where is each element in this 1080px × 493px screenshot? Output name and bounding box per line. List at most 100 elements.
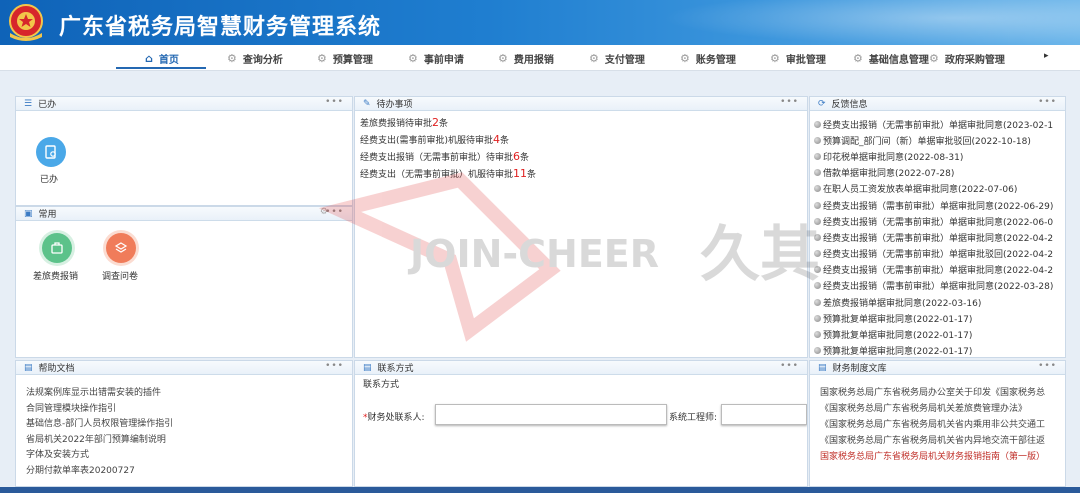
todo-item[interactable]: 经费支出(需事前审批)机服待审批4条 bbox=[360, 133, 509, 146]
todo-item[interactable]: 经费支出（无需事前审批）机服待审批11条 bbox=[360, 167, 536, 180]
list-item[interactable]: 国家税务总局广东省税务局办公室关于印发《国家税务总 bbox=[820, 385, 1065, 401]
nav-expense[interactable]: ⚙ 费用报销 bbox=[498, 45, 554, 71]
more-options-icon[interactable]: ••• bbox=[325, 97, 344, 107]
list-item[interactable]: 差旅费报销单据审批同意(2022-03-16) bbox=[814, 294, 1065, 310]
panel-library: ▤ 财务制度文库 ••• 国家税务总局广东省税务局办公室关于印发《国家税务总 《… bbox=[809, 360, 1066, 487]
panel-title: 联系方式 bbox=[377, 364, 414, 374]
more-options-icon[interactable]: ••• bbox=[1038, 361, 1057, 371]
todo-text: 经费支出报销（无需事前审批）待审批 bbox=[360, 153, 514, 163]
more-options-icon[interactable]: ••• bbox=[1038, 97, 1057, 107]
more-options-icon[interactable]: ••• bbox=[780, 97, 799, 107]
list-item[interactable]: 省局机关2022年部门预算编制说明 bbox=[26, 432, 173, 448]
nav-budget[interactable]: ⚙ 预算管理 bbox=[317, 45, 373, 71]
list-item[interactable]: 经费支出报销（需事前审批）单据审批同意(2022-03-28) bbox=[814, 278, 1065, 294]
nav-accounting[interactable]: ⚙ 账务管理 bbox=[680, 45, 736, 71]
main-nav: ⌂ 首页 ⚙ 查询分析 ⚙ 预算管理 ⚙ 事前申请 ⚙ 费用报销 ⚙ 支付管理 … bbox=[0, 45, 1080, 71]
list-item[interactable]: 经费支出报销（无需事前审批）单据审批同意(2023-02-1 bbox=[814, 116, 1065, 132]
help-list: 法规案例库显示出错需安装的插件 合同管理模块操作指引 基础信息-部门人员权限管理… bbox=[26, 385, 173, 478]
gear-icon: ⚙ bbox=[589, 51, 599, 65]
todo-suffix: 条 bbox=[527, 170, 537, 180]
list-item[interactable]: 预算批复单据审批同意(2022-01-17) bbox=[814, 326, 1065, 342]
list-item[interactable]: 经费支出报销（需事前审批）单据审批同意(2022-06-29) bbox=[814, 197, 1065, 213]
gear-icon: ⚙ bbox=[680, 51, 690, 65]
nav-pre-apply[interactable]: ⚙ 事前申请 bbox=[408, 45, 464, 71]
feedback-text: 预算批复单据审批同意(2022-01-17) bbox=[823, 314, 973, 325]
panel-header: ☰ 已办 ••• bbox=[16, 97, 352, 111]
list-item[interactable]: 合同管理模块操作指引 bbox=[26, 401, 173, 417]
nav-payment[interactable]: ⚙ 支付管理 bbox=[589, 45, 645, 71]
list-item[interactable]: 预算批复单据审批同意(2022-01-17) bbox=[814, 343, 1065, 357]
nav-label: 预算管理 bbox=[332, 54, 373, 66]
list-item[interactable]: 《国家税务总局广东省税务局机关省内异地交流干部往返 bbox=[820, 433, 1065, 449]
list-item[interactable]: 印花税单据审批同意(2022-08-31) bbox=[814, 148, 1065, 164]
todo-item[interactable]: 差旅费报销待审批2条 bbox=[360, 116, 448, 129]
nav-query-analysis[interactable]: ⚙ 查询分析 bbox=[227, 45, 283, 71]
panel-title: 帮助文档 bbox=[38, 364, 75, 374]
engineer-field[interactable] bbox=[721, 404, 807, 425]
nav-more-arrow-icon[interactable]: ▸ bbox=[1044, 51, 1049, 61]
list-item[interactable]: 法规案例库显示出错需安装的插件 bbox=[26, 385, 173, 401]
panel-title: 已办 bbox=[38, 100, 57, 110]
list-item[interactable]: 《国家税务总局广东省税务局机关省内乘用非公共交通工 bbox=[820, 417, 1065, 433]
panel-common: ▣ 常用 ⚙ ••• 差旅费报销 调查问卷 bbox=[15, 206, 353, 358]
list-item[interactable]: 预算调配_部门间（新）单据审批驳回(2022-10-18) bbox=[814, 132, 1065, 148]
list-item[interactable]: 经费支出报销（无需事前审批）单据审批同意(2022-04-2 bbox=[814, 229, 1065, 245]
gear-icon: ⚙ bbox=[317, 51, 327, 65]
done-doc-icon[interactable] bbox=[36, 137, 66, 167]
todo-count: 4 bbox=[493, 133, 501, 146]
list-item[interactable]: 《国家税务总局广东省税务局机关差旅费管理办法》 bbox=[820, 401, 1065, 417]
feedback-text: 借款单据审批同意(2022-07-28) bbox=[823, 169, 955, 180]
feedback-text: 经费支出报销（无需事前审批）单据审批同意(2023-02-1 bbox=[823, 120, 1054, 131]
gear-icon: ⚙ bbox=[498, 51, 508, 65]
finance-contact-field[interactable] bbox=[435, 404, 667, 425]
list-item[interactable]: 借款单据审批同意(2022-07-28) bbox=[814, 165, 1065, 181]
survey-icon[interactable] bbox=[106, 233, 136, 263]
feedback-text: 经费支出报销（需事前审批）单据审批同意(2022-06-29) bbox=[823, 201, 1054, 212]
nav-label: 基础信息管理 bbox=[868, 54, 929, 66]
panel-title: 待办事项 bbox=[376, 100, 413, 110]
travel-icon[interactable] bbox=[42, 233, 72, 263]
more-options-icon[interactable]: ••• bbox=[325, 361, 344, 371]
panel-feedback: ⟳ 反馈信息 ••• 经费支出报销（无需事前审批）单据审批同意(2023-02-… bbox=[809, 96, 1066, 358]
gear-icon: ⚙ bbox=[853, 51, 863, 65]
bullet-icon bbox=[814, 331, 821, 339]
more-options-icon[interactable]: ••• bbox=[780, 361, 799, 371]
gear-icon: ⚙ bbox=[770, 51, 780, 65]
list-item[interactable]: 经费支出报销（无需事前审批）单据审批同意(2022-04-2 bbox=[814, 262, 1065, 278]
panel-header: ▤ 联系方式 ••• bbox=[355, 361, 807, 375]
survey-label[interactable]: 调查问卷 bbox=[102, 269, 138, 282]
todo-item[interactable]: 经费支出报销（无需事前审批）待审批6条 bbox=[360, 150, 529, 163]
home-icon: ⌂ bbox=[145, 51, 153, 65]
gear-icon: ⚙ bbox=[227, 51, 237, 65]
list-icon: ☰ bbox=[24, 98, 33, 109]
list-item[interactable]: 预算批复单据审批同意(2022-01-17) bbox=[814, 310, 1065, 326]
feedback-text: 预算批复单据审批同意(2022-01-17) bbox=[823, 331, 973, 342]
nav-procurement[interactable]: ⚙ 政府采购管理 bbox=[929, 45, 1005, 71]
nav-approval[interactable]: ⚙ 审批管理 bbox=[770, 45, 826, 71]
todo-text: 差旅费报销待审批 bbox=[360, 119, 433, 129]
list-item[interactable]: 分期付款单率表20200727 bbox=[26, 463, 173, 479]
panel-title: 反馈信息 bbox=[831, 100, 868, 110]
more-options-icon[interactable]: ••• bbox=[325, 207, 344, 217]
feedback-list: 经费支出报销（无需事前审批）单据审批同意(2023-02-1 预算调配_部门间（… bbox=[814, 116, 1065, 357]
list-item[interactable]: 基础信息-部门人员权限管理操作指引 bbox=[26, 416, 173, 432]
list-item[interactable]: 字体及安装方式 bbox=[26, 447, 173, 463]
list-item[interactable]: 经费支出报销（无需事前审批）单据审批驳回(2022-04-2 bbox=[814, 246, 1065, 262]
bullet-icon bbox=[814, 314, 821, 322]
nav-base-info[interactable]: ⚙ 基础信息管理 bbox=[853, 45, 929, 71]
todo-suffix: 条 bbox=[500, 136, 510, 146]
todo-suffix: 条 bbox=[520, 153, 530, 163]
list-item[interactable]: 在职人员工资发放表单据审批同意(2022-07-06) bbox=[814, 181, 1065, 197]
gear-icon: ⚙ bbox=[929, 51, 939, 65]
list-item[interactable]: 国家税务总局广东省税务局机关财务报销指南（第一版） bbox=[820, 449, 1065, 465]
done-label[interactable]: 已办 bbox=[40, 172, 58, 185]
travel-label[interactable]: 差旅费报销 bbox=[33, 269, 78, 282]
feedback-text: 预算调配_部门间（新）单据审批驳回(2022-10-18) bbox=[823, 136, 1031, 147]
feedback-text: 在职人员工资发放表单据审批同意(2022-07-06) bbox=[823, 185, 1018, 196]
feedback-text: 经费支出报销（无需事前审批）单据审批驳回(2022-04-2 bbox=[823, 250, 1054, 261]
nav-label: 政府采购管理 bbox=[944, 54, 1005, 66]
list-item[interactable]: 经费支出报销（无需事前审批）单据审批同意(2022-06-0 bbox=[814, 213, 1065, 229]
bullet-icon bbox=[814, 185, 821, 193]
feedback-text: 经费支出报销（无需事前审批）单据审批同意(2022-04-2 bbox=[823, 266, 1054, 277]
panel-todo: ✎ 待办事项 ••• 差旅费报销待审批2条 经费支出(需事前审批)机服待审批4条… bbox=[354, 96, 808, 358]
